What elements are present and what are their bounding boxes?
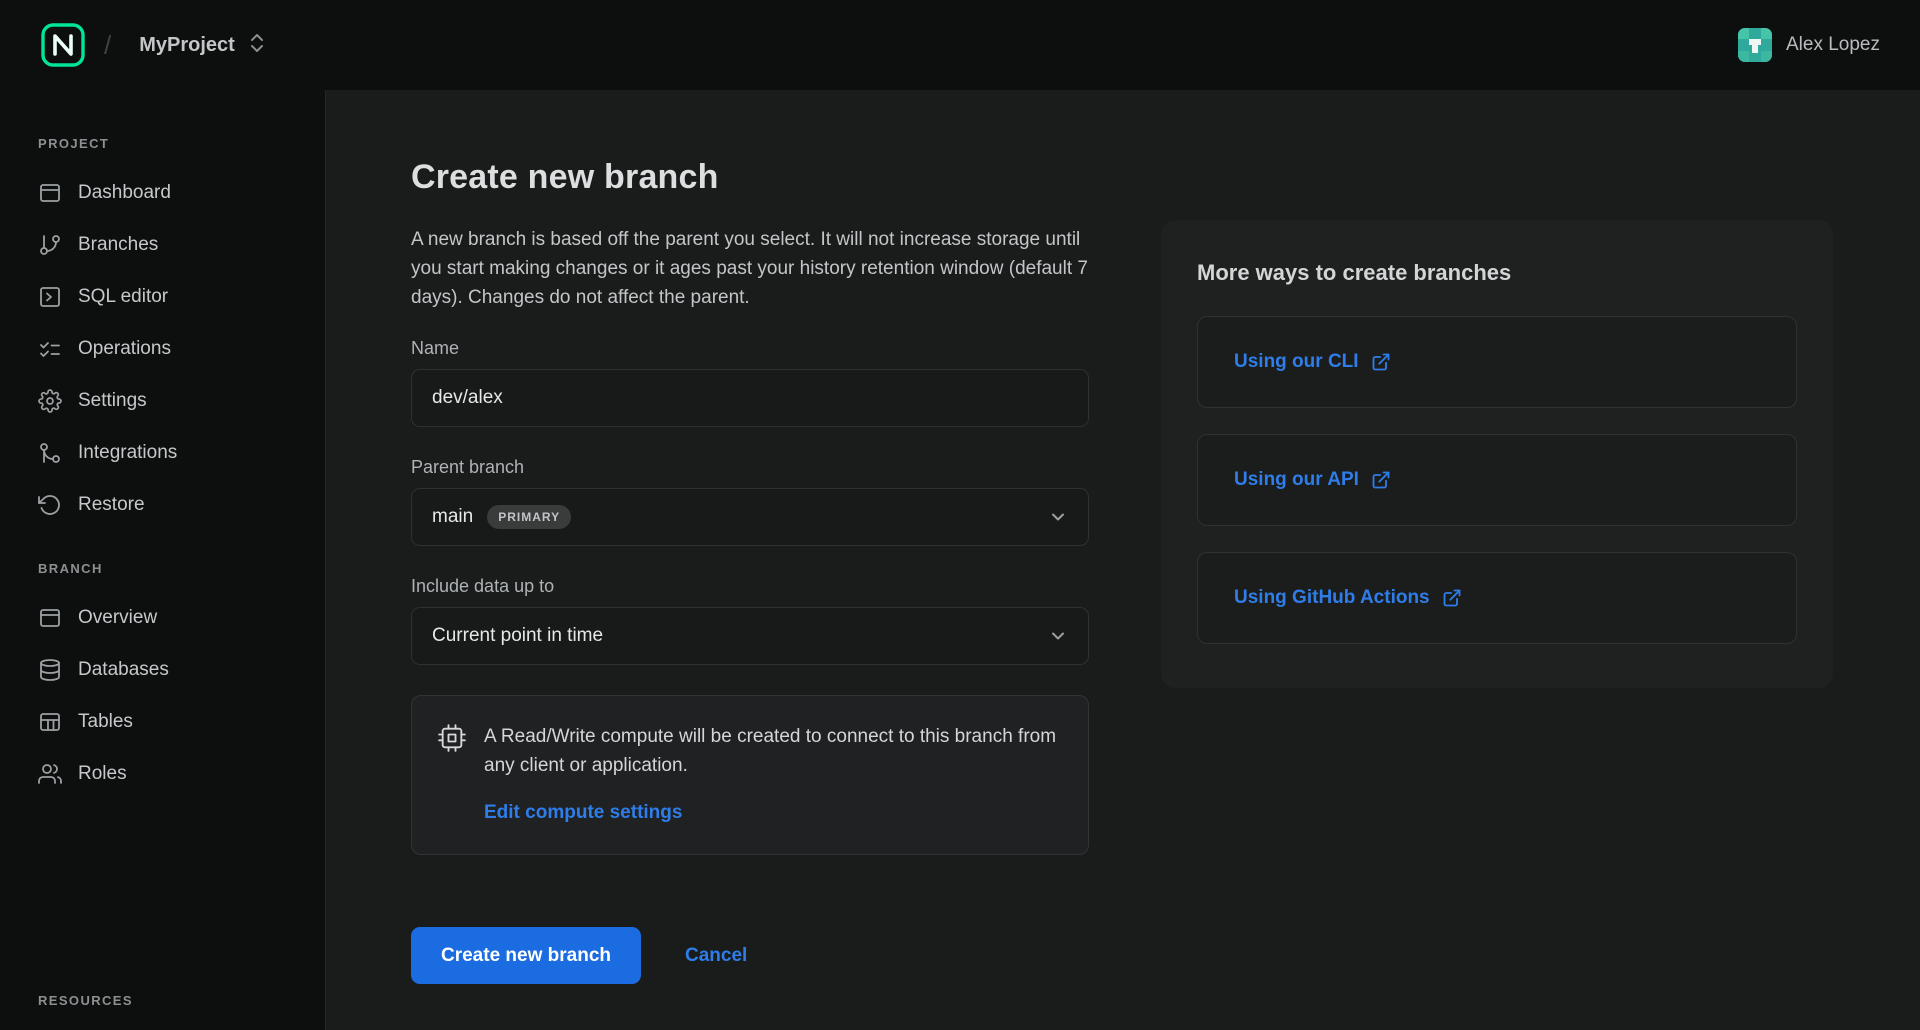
project-selector[interactable]: MyProject <box>129 24 275 67</box>
page-title: Create new branch <box>411 158 1089 197</box>
dashboard-icon <box>38 181 62 205</box>
branches-icon <box>38 233 62 257</box>
user-name: Alex Lopez <box>1786 34 1880 56</box>
top-header: / MyProject Alex Lopez <box>0 0 1920 90</box>
neon-logo[interactable] <box>40 22 86 68</box>
sidebar-item-label: Dashboard <box>78 182 171 204</box>
project-name: MyProject <box>139 34 235 57</box>
sql-editor-icon <box>38 285 62 309</box>
include-data-value: Current point in time <box>432 625 603 647</box>
sidebar-item-label: Overview <box>78 607 157 629</box>
external-link-icon <box>1371 470 1391 490</box>
github-actions-link-label: Using GitHub Actions <box>1234 587 1430 609</box>
sidebar-item-settings[interactable]: Settings <box>0 375 325 427</box>
sidebar-item-label: Operations <box>78 338 171 360</box>
name-field-label: Name <box>411 338 1089 359</box>
chevron-up-down-icon <box>249 32 265 59</box>
create-branch-button[interactable]: Create new branch <box>411 927 641 984</box>
api-card[interactable]: Using our API <box>1197 434 1797 526</box>
parent-branch-value: main <box>432 506 473 528</box>
settings-icon <box>38 389 62 413</box>
sidebar-item-label: Restore <box>78 494 145 516</box>
app-root: / MyProject Alex Lopez <box>0 0 1920 1030</box>
cpu-icon <box>438 724 466 752</box>
sidebar-section-branch: BRANCH Overview Databases <box>0 561 325 800</box>
avatar <box>1738 28 1772 62</box>
more-ways-panel: More ways to create branches Using our C… <box>1161 220 1833 688</box>
sidebar-item-branches[interactable]: Branches <box>0 219 325 271</box>
operations-icon <box>38 337 62 361</box>
sidebar-item-overview[interactable]: Overview <box>0 592 325 644</box>
body-row: PROJECT Dashboard Branches <box>0 90 1920 1030</box>
breadcrumb-separator: / <box>104 30 111 61</box>
compute-note-text: A Read/Write compute will be created to … <box>484 722 1060 780</box>
sidebar-item-tables[interactable]: Tables <box>0 696 325 748</box>
chevron-down-icon <box>1048 507 1068 527</box>
chevron-down-icon <box>1048 626 1068 646</box>
parent-branch-select[interactable]: main PRIMARY <box>411 488 1089 546</box>
roles-icon <box>38 762 62 786</box>
more-ways-title: More ways to create branches <box>1197 260 1797 286</box>
sidebar-item-dashboard[interactable]: Dashboard <box>0 167 325 219</box>
cli-link: Using our CLI <box>1234 351 1391 373</box>
sidebar-item-label: Integrations <box>78 442 177 464</box>
sidebar-item-sql-editor[interactable]: SQL editor <box>0 271 325 323</box>
integrations-icon <box>38 441 62 465</box>
parent-branch-label: Parent branch <box>411 457 1089 478</box>
user-menu[interactable]: Alex Lopez <box>1738 28 1880 62</box>
sidebar-item-roles[interactable]: Roles <box>0 748 325 800</box>
page-description: A new branch is based off the parent you… <box>411 225 1089 312</box>
tables-icon <box>38 710 62 734</box>
sidebar-item-integrations[interactable]: Integrations <box>0 427 325 479</box>
sidebar-item-restore[interactable]: Restore <box>0 479 325 531</box>
header-left: / MyProject <box>40 22 275 68</box>
github-actions-card[interactable]: Using GitHub Actions <box>1197 552 1797 644</box>
api-link-label: Using our API <box>1234 469 1359 491</box>
external-link-icon <box>1442 588 1462 608</box>
sidebar-item-label: Roles <box>78 763 127 785</box>
sidebar-item-databases[interactable]: Databases <box>0 644 325 696</box>
create-branch-form: Create new branch A new branch is based … <box>411 158 1089 1030</box>
sidebar-item-label: SQL editor <box>78 286 168 308</box>
sidebar-item-label: Databases <box>78 659 169 681</box>
cli-card[interactable]: Using our CLI <box>1197 316 1797 408</box>
section-title-resources: RESOURCES <box>0 993 325 1008</box>
external-link-icon <box>1371 352 1391 372</box>
section-title-branch: BRANCH <box>0 561 325 576</box>
cancel-link[interactable]: Cancel <box>685 945 747 967</box>
sidebar-item-label: Branches <box>78 234 158 256</box>
sidebar: PROJECT Dashboard Branches <box>0 90 326 1030</box>
main-content: Create new branch A new branch is based … <box>326 90 1920 1030</box>
sidebar-section-project: PROJECT Dashboard Branches <box>0 136 325 531</box>
form-actions: Create new branch Cancel <box>411 927 1089 984</box>
sidebar-item-operations[interactable]: Operations <box>0 323 325 375</box>
sidebar-item-label: Settings <box>78 390 147 412</box>
overview-icon <box>38 606 62 630</box>
github-actions-link: Using GitHub Actions <box>1234 587 1462 609</box>
sidebar-section-resources: RESOURCES <box>0 993 325 1030</box>
include-data-select[interactable]: Current point in time <box>411 607 1089 665</box>
include-data-label: Include data up to <box>411 576 1089 597</box>
restore-icon <box>38 493 62 517</box>
section-title-project: PROJECT <box>0 136 325 151</box>
primary-badge: PRIMARY <box>487 505 571 529</box>
edit-compute-settings-link[interactable]: Edit compute settings <box>484 802 682 824</box>
cli-link-label: Using our CLI <box>1234 351 1359 373</box>
sidebar-item-label: Tables <box>78 711 133 733</box>
compute-note: A Read/Write compute will be created to … <box>411 695 1089 855</box>
api-link: Using our API <box>1234 469 1391 491</box>
databases-icon <box>38 658 62 682</box>
branch-name-input[interactable] <box>411 369 1089 427</box>
